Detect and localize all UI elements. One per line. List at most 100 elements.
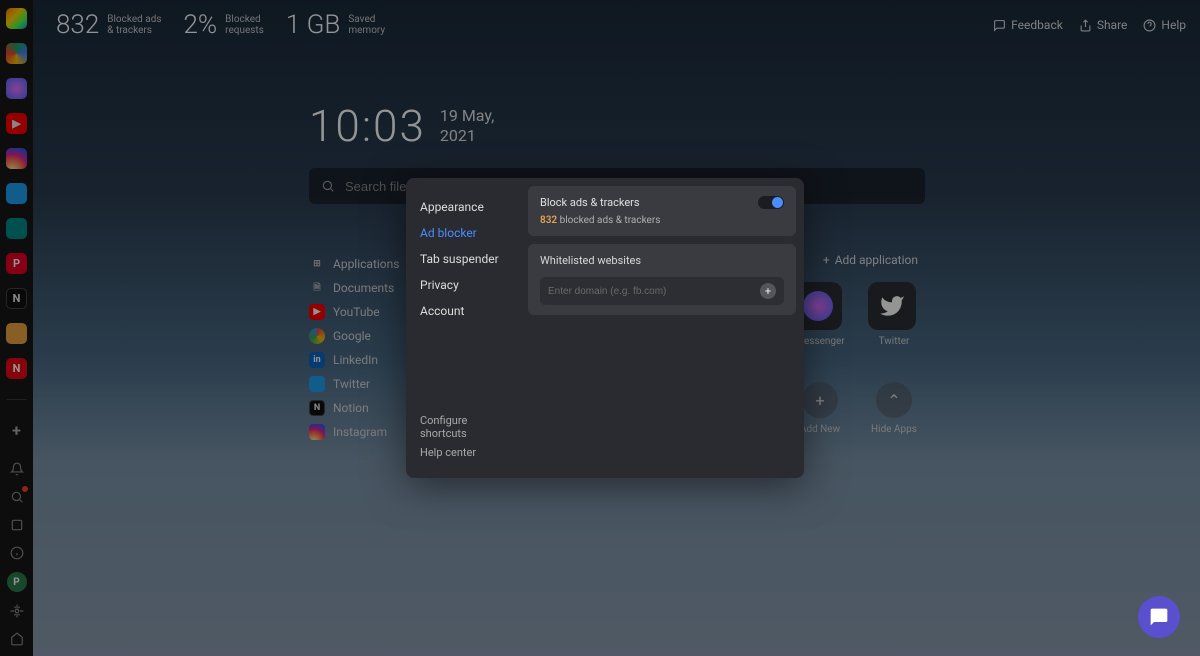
configure-shortcuts-link[interactable]: Configure shortcuts xyxy=(420,411,514,443)
topbar: 832 Blocked ads & trackers 2% Blocked re… xyxy=(56,10,1186,40)
instagram-icon xyxy=(309,424,325,440)
search-icon[interactable] xyxy=(8,488,26,506)
left-item-label: Google xyxy=(333,329,371,343)
plus-icon: + xyxy=(815,391,824,410)
search-icon xyxy=(321,179,335,193)
left-item-notion[interactable]: N Notion xyxy=(309,396,405,420)
clock-date-line1: 19 May, xyxy=(440,106,494,126)
tile-label: Hide Apps xyxy=(868,424,920,435)
home-icon[interactable] xyxy=(8,630,26,648)
sidebar-app-youtube[interactable]: ▶ xyxy=(6,113,27,134)
documents-icon: 🗎 xyxy=(309,280,325,296)
feedback-icon xyxy=(993,19,1006,32)
apps-icon: ⊞ xyxy=(309,256,325,272)
profile-avatar[interactable]: P xyxy=(7,572,27,592)
tile-hide-apps[interactable]: ⌃ Hide Apps xyxy=(868,382,920,435)
stat-blocked-pct-value: 2% xyxy=(184,10,218,40)
share-button[interactable]: Share xyxy=(1079,18,1128,32)
youtube-icon: ▶ xyxy=(309,304,325,320)
stat-blocked-pct-label: Blocked requests xyxy=(225,14,264,37)
clock-area: 10:03 19 May, 2021 xyxy=(309,100,494,152)
menu-ad-blocker[interactable]: Ad blocker xyxy=(420,220,514,246)
extensions-icon[interactable] xyxy=(8,516,26,534)
sidebar-app-gdrive[interactable] xyxy=(6,43,27,64)
settings-modal: Appearance Ad blocker Tab suspender Priv… xyxy=(406,178,804,478)
help-icon xyxy=(1143,19,1156,32)
left-item-instagram[interactable]: Instagram xyxy=(309,420,405,444)
stat-saved-memory: 1 GB Saved memory xyxy=(286,10,385,40)
help-label: Help xyxy=(1161,18,1186,32)
whitelist-add-button[interactable]: + xyxy=(760,283,776,299)
settings-bottom-links: Configure shortcuts Help center xyxy=(420,411,514,462)
whitelist-input-row: + xyxy=(540,277,784,305)
sidebar-add-app[interactable]: + xyxy=(6,420,27,441)
block-ads-count: 832 xyxy=(540,215,557,226)
plus-icon: + xyxy=(823,253,830,267)
clock-date-line2: 2021 xyxy=(440,126,494,146)
block-ads-subtitle: 832 blocked ads & trackers xyxy=(540,215,784,226)
whitelist-input[interactable] xyxy=(548,286,760,297)
add-application-button[interactable]: + Add application xyxy=(823,253,918,267)
feedback-label: Feedback xyxy=(1011,18,1063,32)
left-item-applications[interactable]: ⊞ Applications xyxy=(309,252,405,276)
sidebar-app-teal[interactable] xyxy=(6,218,27,239)
stat-saved-mem-label: Saved memory xyxy=(348,14,385,37)
chevron-down-icon[interactable]: ⌄ xyxy=(360,448,372,464)
sidebar-app-twitter[interactable] xyxy=(6,183,27,204)
sidebar-app-slack[interactable] xyxy=(6,323,27,344)
chat-fab[interactable] xyxy=(1138,596,1180,638)
notion-icon: N xyxy=(309,400,325,416)
topright-actions: Feedback Share Help xyxy=(993,18,1186,32)
left-item-google[interactable]: Google xyxy=(309,324,405,348)
block-ads-toggle[interactable] xyxy=(758,196,784,209)
notifications-icon[interactable] xyxy=(8,460,26,478)
left-item-label: YouTube xyxy=(333,305,380,319)
sidebar-app-messenger[interactable] xyxy=(6,78,27,99)
block-ads-card: Block ads & trackers 832 blocked ads & t… xyxy=(528,186,796,236)
sidebar-app-instagram[interactable] xyxy=(6,148,27,169)
clock-time: 10:03 xyxy=(309,100,426,152)
menu-privacy[interactable]: Privacy xyxy=(420,272,514,298)
sidebar-app-netflix[interactable]: N xyxy=(6,358,27,379)
sidebar-divider xyxy=(7,399,27,400)
app-tiles-secondary: + Add New ⌃ Hide Apps xyxy=(794,382,920,435)
feedback-button[interactable]: Feedback xyxy=(993,18,1063,32)
clock-date: 19 May, 2021 xyxy=(440,106,494,146)
left-item-twitter[interactable]: Twitter xyxy=(309,372,405,396)
tile-twitter[interactable]: Twitter xyxy=(868,282,920,347)
sidebar-app-pinterest[interactable]: P xyxy=(6,253,27,274)
settings-icon[interactable] xyxy=(8,602,26,620)
menu-account[interactable]: Account xyxy=(420,298,514,324)
chevron-up-icon: ⌃ xyxy=(887,391,900,410)
left-item-label: LinkedIn xyxy=(333,353,378,367)
left-item-label: Notion xyxy=(333,401,369,415)
chat-icon xyxy=(1149,607,1169,627)
help-center-link[interactable]: Help center xyxy=(420,443,514,462)
block-ads-count-label: blocked ads & trackers xyxy=(560,215,661,226)
linkedin-icon: in xyxy=(309,352,325,368)
whitelist-title: Whitelisted websites xyxy=(540,254,784,267)
left-item-documents[interactable]: 🗎 Documents xyxy=(309,276,405,300)
sidebar-bottom: P xyxy=(0,460,33,648)
menu-tab-suspender[interactable]: Tab suspender xyxy=(420,246,514,272)
left-item-linkedin[interactable]: in LinkedIn xyxy=(309,348,405,372)
block-ads-title: Block ads & trackers xyxy=(540,196,640,209)
add-application-label: Add application xyxy=(835,253,918,267)
sidebar-app-notion[interactable]: N xyxy=(6,288,27,309)
stat-blocked-ads: 832 Blocked ads & trackers xyxy=(56,10,162,40)
sidebar-app-multicolor[interactable] xyxy=(6,8,27,29)
sidebar: ▶ P N N + P xyxy=(0,0,33,656)
settings-content: Block ads & trackers 832 blocked ads & t… xyxy=(528,178,804,478)
left-item-youtube[interactable]: ▶ YouTube xyxy=(309,300,405,324)
settings-menu: Appearance Ad blocker Tab suspender Priv… xyxy=(406,178,528,478)
share-icon xyxy=(1079,19,1092,32)
left-panel: ⊞ Applications 🗎 Documents ▶ YouTube Goo… xyxy=(309,252,405,444)
menu-appearance[interactable]: Appearance xyxy=(420,194,514,220)
info-icon[interactable] xyxy=(8,544,26,562)
left-item-label: Twitter xyxy=(333,377,370,391)
app-tiles: Messenger Twitter xyxy=(794,282,920,347)
messenger-icon xyxy=(803,291,833,321)
twitter-icon xyxy=(309,376,325,392)
tile-label: Twitter xyxy=(868,336,920,347)
help-button[interactable]: Help xyxy=(1143,18,1186,32)
